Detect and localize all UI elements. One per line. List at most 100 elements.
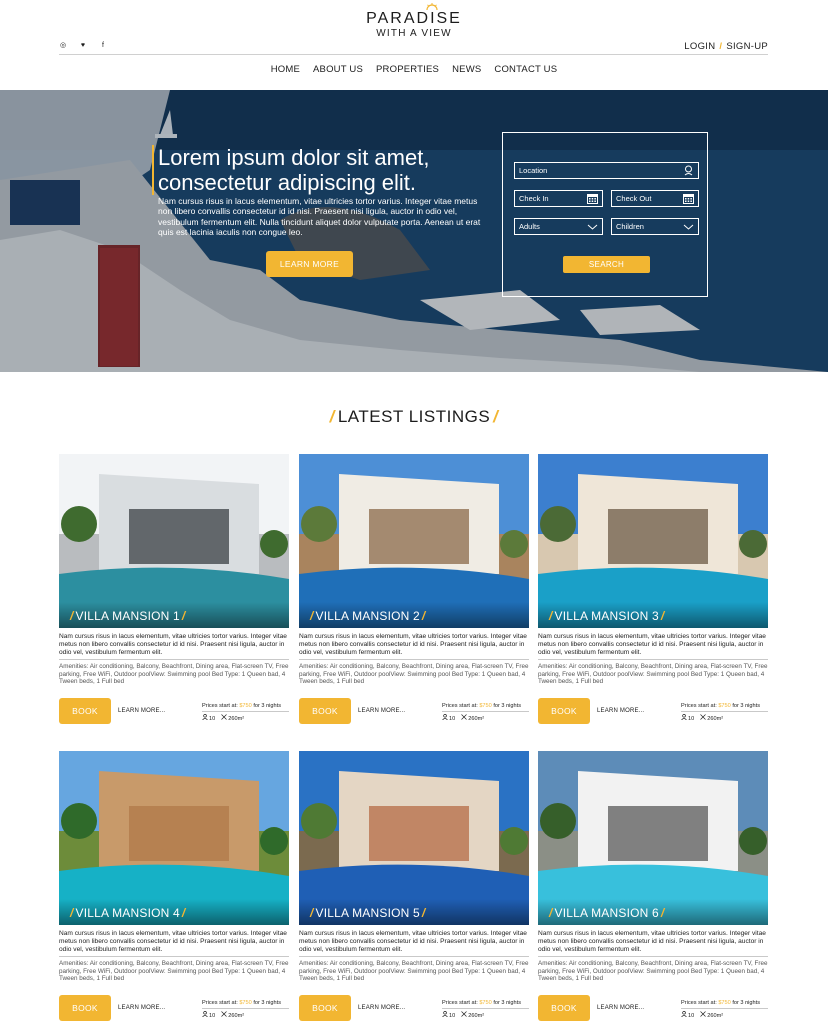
listing-card: / VILLA MANSION 2/Nam cursus risus in lac… — [299, 454, 529, 732]
listing-photo[interactable] — [299, 751, 529, 925]
adults-select[interactable]: Adults — [514, 218, 603, 235]
auth-links: LOGIN / SIGN-UP — [684, 41, 768, 52]
twitter-icon[interactable]: ♥ — [79, 41, 87, 50]
listing-name: VILLA MANSION 3 — [554, 609, 659, 623]
main-nav: HOME ABOUT US PROPERTIES NEWS CONTACT US — [0, 64, 828, 75]
listing-card: / VILLA MANSION 3/Nam cursus risus in lac… — [538, 454, 768, 732]
book-button[interactable]: BOOK — [299, 995, 351, 1021]
learn-more-link[interactable]: LEARN MORE... — [358, 1005, 405, 1011]
guest-count: 10 — [688, 1013, 695, 1019]
logo-name-top: PARADISE — [366, 10, 462, 27]
guest-count: 10 — [449, 1013, 456, 1019]
listing-divider — [299, 659, 529, 660]
price-amount: $750 — [718, 1000, 731, 1006]
map-pin-icon — [684, 165, 693, 176]
search-button[interactable]: SEARCH — [563, 256, 650, 273]
hero-title: Lorem ipsum dolor sit amet, consectetur … — [152, 145, 512, 195]
listing-title[interactable]: / VILLA MANSION 5/ — [308, 906, 427, 920]
nav-home[interactable]: HOME — [271, 64, 300, 75]
price-divider — [681, 711, 768, 712]
listing-title[interactable]: / VILLA MANSION 3/ — [547, 609, 666, 623]
listing-divider — [538, 659, 768, 660]
check-out-field[interactable]: Check Out — [611, 190, 699, 207]
learn-more-link[interactable]: LEARN MORE... — [118, 708, 165, 714]
listing-stats: 10 260m² — [202, 1011, 244, 1019]
listing-price: Prices start at: $750 for 3 nights — [681, 703, 760, 709]
guests-icon — [202, 1011, 208, 1017]
hero-title-line1: Lorem ipsum dolor sit amet, — [158, 145, 430, 170]
listing-photo[interactable] — [59, 454, 289, 628]
check-out-placeholder: Check Out — [616, 194, 652, 203]
learn-more-link[interactable]: LEARN MORE... — [118, 1005, 165, 1011]
logo[interactable]: PARADISE WITH A VIEW — [0, 3, 828, 40]
listing-card: / VILLA MANSION 5/Nam cursus risus in lac… — [299, 751, 529, 1029]
guest-count: 10 — [449, 716, 456, 722]
price-prefix: Prices start at: — [202, 1000, 238, 1006]
book-button[interactable]: BOOK — [59, 995, 111, 1021]
listing-name: VILLA MANSION 5 — [315, 906, 420, 920]
calendar-icon — [587, 194, 598, 204]
listing-description: Nam cursus risus in lacus elementum, vit… — [299, 633, 527, 656]
check-in-field[interactable]: Check In — [514, 190, 603, 207]
area-size: 260m² — [468, 716, 485, 722]
price-prefix: Prices start at: — [442, 1000, 478, 1006]
facebook-icon[interactable]: f — [99, 41, 107, 50]
auth-separator: / — [719, 41, 723, 52]
search-panel: Location Check In Check Out Adults Child… — [502, 132, 708, 297]
adults-placeholder: Adults — [519, 222, 540, 231]
book-button[interactable]: BOOK — [59, 698, 111, 724]
listing-photo[interactable] — [299, 454, 529, 628]
location-placeholder: Location — [519, 166, 548, 175]
listing-photo[interactable] — [538, 751, 768, 925]
area-icon — [461, 1011, 467, 1017]
price-suffix: for 3 nights — [732, 703, 761, 709]
price-prefix: Prices start at: — [202, 703, 238, 709]
listing-name: VILLA MANSION 4 — [75, 906, 180, 920]
price-suffix: for 3 nights — [493, 703, 522, 709]
area-icon — [221, 1011, 227, 1017]
learn-more-link[interactable]: LEARN MORE... — [597, 1005, 644, 1011]
guest-count: 10 — [209, 716, 216, 722]
listing-title[interactable]: / VILLA MANSION 6/ — [547, 906, 666, 920]
listing-title[interactable]: / VILLA MANSION 2/ — [308, 609, 427, 623]
nav-about-us[interactable]: ABOUT US — [313, 64, 363, 75]
instagram-icon[interactable]: ◎ — [59, 41, 67, 50]
nav-contact-us[interactable]: CONTACT US — [494, 64, 557, 75]
guests-icon — [442, 714, 448, 720]
listing-photo[interactable] — [59, 751, 289, 925]
area-size: 260m² — [228, 716, 245, 722]
learn-more-link[interactable]: LEARN MORE... — [358, 708, 405, 714]
guests-icon — [202, 714, 208, 720]
price-amount: $750 — [718, 703, 731, 709]
listing-description: Nam cursus risus in lacus elementum, vit… — [59, 633, 287, 656]
listing-price: Prices start at: $750 for 3 nights — [442, 703, 521, 709]
learn-more-link[interactable]: LEARN MORE... — [597, 708, 644, 714]
nav-news[interactable]: NEWS — [452, 64, 481, 75]
price-suffix: for 3 nights — [493, 1000, 522, 1006]
signup-link[interactable]: SIGN-UP — [726, 41, 768, 52]
listing-amenities: Amenities: Air conditioning, Balcony, Be… — [299, 663, 529, 686]
guests-icon — [442, 1011, 448, 1017]
book-button[interactable]: BOOK — [299, 698, 351, 724]
price-suffix: for 3 nights — [253, 1000, 282, 1006]
price-prefix: Prices start at: — [681, 1000, 717, 1006]
listing-divider — [299, 956, 529, 957]
children-select[interactable]: Children — [611, 218, 699, 235]
listing-description: Nam cursus risus in lacus elementum, vit… — [538, 930, 766, 953]
price-divider — [202, 1008, 289, 1009]
hero-learn-more-button[interactable]: LEARN MORE — [266, 251, 353, 277]
header-divider — [59, 54, 768, 55]
latest-listings-heading: / LATEST LISTINGS / — [329, 407, 499, 426]
login-link[interactable]: LOGIN — [684, 41, 715, 52]
book-button[interactable]: BOOK — [538, 698, 590, 724]
location-field[interactable]: Location — [514, 162, 699, 179]
nav-properties[interactable]: PROPERTIES — [376, 64, 439, 75]
latest-listings-title: LATEST LISTINGS — [337, 407, 491, 426]
listing-title[interactable]: / VILLA MANSION 1/ — [68, 609, 187, 623]
area-icon — [461, 714, 467, 720]
book-button[interactable]: BOOK — [538, 995, 590, 1021]
price-suffix: for 3 nights — [253, 703, 282, 709]
listing-photo[interactable] — [538, 454, 768, 628]
listing-description: Nam cursus risus in lacus elementum, vit… — [59, 930, 287, 953]
listing-title[interactable]: / VILLA MANSION 4/ — [68, 906, 187, 920]
